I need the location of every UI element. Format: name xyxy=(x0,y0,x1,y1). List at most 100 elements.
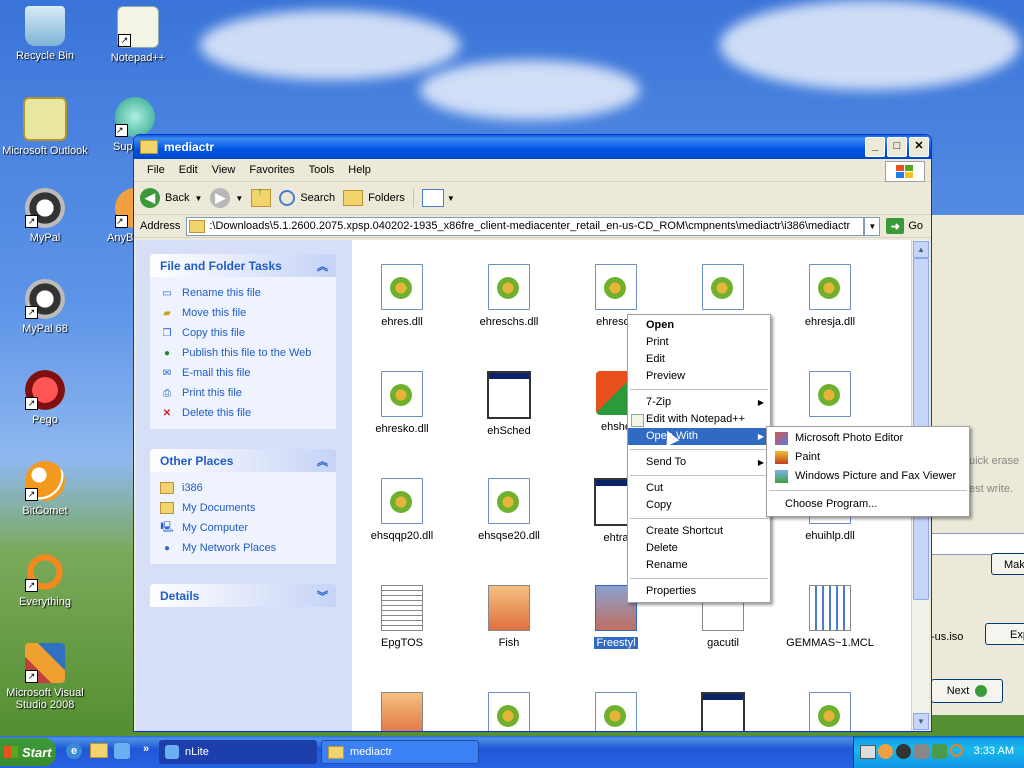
tray-network-icon[interactable] xyxy=(932,744,947,759)
menu-favorites[interactable]: Favorites xyxy=(242,164,301,176)
place-network[interactable]: ● My Network Places xyxy=(160,538,330,558)
file-item[interactable] xyxy=(352,692,452,731)
file-item[interactable]: GEMMAS~1.MCL xyxy=(780,585,880,649)
open-with-photo-editor[interactable]: Microsoft Photo Editor xyxy=(767,429,969,448)
address-dropdown-button[interactable]: ▼ xyxy=(864,216,881,236)
menu-edit[interactable]: Edit xyxy=(172,164,205,176)
file-folder-tasks-header[interactable]: File and Folder Tasks ︽ xyxy=(150,254,336,277)
address-input[interactable]: :\Downloads\5.1.2600.2075.xpsp.040202-19… xyxy=(186,216,865,236)
file-item[interactable] xyxy=(459,692,559,731)
menu-item-preview[interactable]: Preview xyxy=(628,368,770,385)
task-print[interactable]: ⎙ Print this file xyxy=(160,383,330,403)
go-button[interactable]: ➜ Go xyxy=(880,218,931,234)
desktop-icon-everything[interactable]: ↗ Everything xyxy=(0,552,90,608)
desktop-icon-mypal68[interactable]: ↗ MyPal 68 xyxy=(0,279,90,335)
title-bar[interactable]: mediactr _ □ ✕ xyxy=(134,135,931,159)
file-item[interactable] xyxy=(673,692,773,731)
scroll-up-arrow-icon[interactable]: ▲ xyxy=(913,241,929,258)
file-item[interactable] xyxy=(673,264,773,316)
place-my-documents[interactable]: My Documents xyxy=(160,498,330,518)
menu-item-send-to[interactable]: Send To ▶ xyxy=(628,454,770,471)
details-panel: Details ︾ xyxy=(150,584,336,607)
forward-button[interactable]: ▶ ▼ xyxy=(210,188,243,208)
keyboard-icon[interactable] xyxy=(860,745,876,759)
open-with-choose-program[interactable]: Choose Program... xyxy=(767,495,969,514)
tray-app-icon[interactable] xyxy=(878,744,893,759)
desktop-icon-mypal[interactable]: ↗ MyPal xyxy=(0,188,90,244)
other-places-header[interactable]: Other Places ︽ xyxy=(150,449,336,472)
desktop-icon-notepadpp[interactable]: ↗ Notepad++ xyxy=(93,6,183,64)
folders-button[interactable]: Folders xyxy=(343,190,405,206)
menu-item-delete[interactable]: Delete xyxy=(628,540,770,557)
internet-explorer-icon[interactable]: e xyxy=(66,743,84,761)
file-item[interactable]: EpgTOS xyxy=(352,585,452,649)
place-my-computer[interactable]: 🖳 My Computer xyxy=(160,518,330,538)
menu-item-copy[interactable]: Copy xyxy=(628,497,770,514)
bg-dialog-mak-button[interactable]: Mak xyxy=(991,553,1024,575)
minimize-button[interactable]: _ xyxy=(865,137,885,157)
menu-item-print[interactable]: Print xyxy=(628,334,770,351)
task-copy[interactable]: ❐ Copy this file xyxy=(160,323,330,343)
start-button[interactable]: Start xyxy=(0,738,56,766)
desktop-icon-pego[interactable]: ↗ Pego xyxy=(0,370,90,426)
desktop-icon-label: MyPal xyxy=(29,232,61,244)
menu-file[interactable]: File xyxy=(140,164,172,176)
menu-item-open-with[interactable]: Open With ▶ xyxy=(628,428,770,445)
open-with-paint[interactable]: Paint xyxy=(767,448,969,467)
menu-item-properties[interactable]: Properties xyxy=(628,583,770,600)
file-item[interactable] xyxy=(780,692,880,731)
menu-item-cut[interactable]: Cut xyxy=(628,480,770,497)
task-rename[interactable]: ▭ Rename this file xyxy=(160,283,330,303)
menu-item-rename[interactable]: Rename xyxy=(628,557,770,574)
desktop-icon-supe[interactable]: ↗ Supe xyxy=(93,97,155,153)
menu-item-open[interactable]: Open xyxy=(628,317,770,334)
close-button[interactable]: ✕ xyxy=(909,137,929,157)
file-item[interactable]: Fish xyxy=(459,585,559,649)
menu-tools[interactable]: Tools xyxy=(302,164,342,176)
tray-disc-icon[interactable] xyxy=(896,744,911,759)
bitcomet-icon: ↗ xyxy=(25,461,65,501)
task-delete[interactable]: ✕ Delete this file xyxy=(160,403,330,423)
menu-help[interactable]: Help xyxy=(341,164,378,176)
tray-settings-icon[interactable] xyxy=(914,744,929,759)
desktop-icon-recycle-bin[interactable]: Recycle Bin xyxy=(0,6,90,62)
desktop-icon-anyb[interactable]: ↗ AnyB xyxy=(93,188,155,244)
desktop-icon-bitcomet[interactable]: ↗ BitComet xyxy=(0,461,90,517)
menu-item-edit[interactable]: Edit xyxy=(628,351,770,368)
task-email[interactable]: ✉ E-mail this file xyxy=(160,363,330,383)
up-folder-button[interactable]: ↑ xyxy=(251,186,272,207)
file-item[interactable]: ehsqse20.dll xyxy=(459,478,559,542)
place-i386[interactable]: i386 xyxy=(160,478,330,498)
file-item[interactable]: ehreschs.dll xyxy=(459,264,559,328)
file-item[interactable]: ehresko.dll xyxy=(352,371,452,435)
file-item[interactable] xyxy=(780,371,880,423)
file-item[interactable]: ehSched xyxy=(459,371,559,437)
search-button[interactable]: Search xyxy=(279,190,335,206)
open-with-picture-fax-viewer[interactable]: Windows Picture and Fax Viewer xyxy=(767,467,969,486)
scroll-down-arrow-icon[interactable]: ▼ xyxy=(913,713,929,730)
maximize-button[interactable]: □ xyxy=(887,137,907,157)
bg-dialog-next-button[interactable]: Next xyxy=(931,679,1003,703)
desktop-icon-outlook[interactable]: Microsoft Outlook xyxy=(0,97,90,157)
file-item[interactable]: ehsqqp20.dll xyxy=(352,478,452,542)
details-header[interactable]: Details ︾ xyxy=(150,584,336,607)
file-item[interactable] xyxy=(566,692,666,731)
taskbar-button-mediactr[interactable]: mediactr xyxy=(321,740,479,764)
task-move[interactable]: ▰ Move this file xyxy=(160,303,330,323)
menu-item-7zip[interactable]: 7-Zip ▶ xyxy=(628,394,770,411)
back-button[interactable]: ◀ Back ▼ xyxy=(140,188,202,208)
bg-dialog-exp-button[interactable]: Exp xyxy=(985,623,1024,645)
file-item[interactable]: ehresja.dll xyxy=(780,264,880,328)
desktop-icon-visual-studio[interactable]: ↗ Microsoft Visual Studio 2008 xyxy=(0,643,90,711)
menu-view[interactable]: View xyxy=(205,164,243,176)
menu-item-edit-notepadpp[interactable]: Edit with Notepad++ xyxy=(628,411,770,428)
windows-explorer-icon[interactable] xyxy=(90,743,108,761)
task-publish[interactable]: ● Publish this file to the Web xyxy=(160,343,330,363)
menu-item-create-shortcut[interactable]: Create Shortcut xyxy=(628,523,770,540)
file-item[interactable]: ehres.dll xyxy=(352,264,452,328)
tray-search-icon[interactable] xyxy=(950,744,963,757)
quick-launch-ie-icon[interactable] xyxy=(114,743,132,761)
views-button[interactable]: ▼ xyxy=(412,189,455,207)
taskbar-button-nlite[interactable]: nLite xyxy=(159,740,317,764)
move-icon: ▰ xyxy=(163,307,171,319)
